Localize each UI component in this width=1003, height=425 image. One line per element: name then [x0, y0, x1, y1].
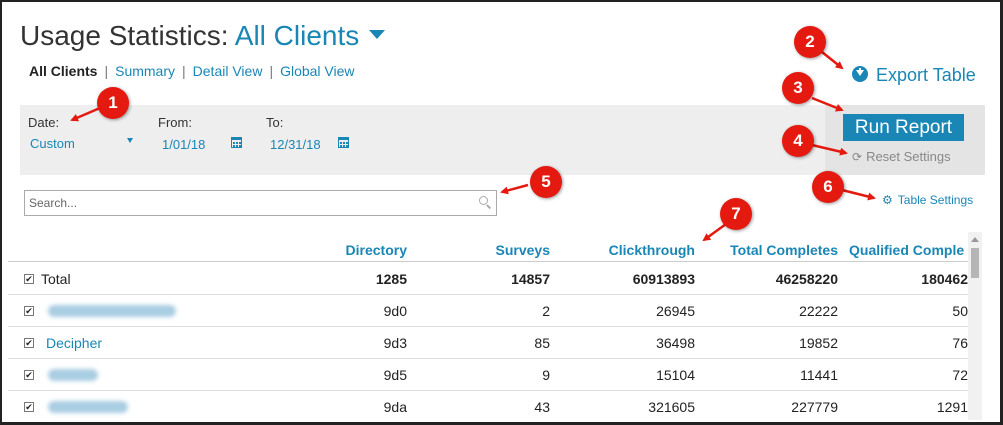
to-label: To: [266, 115, 284, 130]
callout-badge-1: 1 [97, 87, 129, 119]
chevron-down-icon[interactable] [127, 138, 133, 143]
from-label: From: [158, 115, 192, 130]
row-checkbox[interactable]: ✔ [24, 306, 34, 316]
table-settings-link[interactable]: ⚙ Table Settings [882, 193, 973, 207]
nav-separator: | [269, 63, 274, 79]
table-row: ✔ 9da 43 321605 227779 1291 [8, 391, 968, 422]
client-link[interactable]: Decipher [46, 335, 102, 351]
cell-clickthrough: 36498 [656, 335, 695, 351]
cell-surveys: 43 [534, 399, 550, 415]
column-header-total-completes[interactable]: Total Completes [730, 242, 838, 258]
cell-surveys: 14857 [511, 271, 550, 287]
column-header-directory[interactable]: Directory [346, 242, 407, 258]
table-row: ✔ Decipher 9d3 85 36498 19852 76 [8, 327, 968, 359]
cell-qualified-completes: 76 [952, 335, 968, 351]
callout-badge-3: 3 [782, 72, 814, 104]
usage-table: Directory Surveys Clickthrough Total Com… [8, 232, 968, 422]
cell-total-completes: 22222 [799, 303, 838, 319]
from-date-input[interactable]: 1/01/18 [162, 137, 205, 152]
gear-icon: ⚙ [882, 193, 893, 207]
table-row: ✔ 9d0 2 26945 22222 50 [8, 295, 968, 327]
caret-down-icon [369, 30, 386, 40]
reset-settings-link[interactable]: ⟳ Reset Settings [852, 149, 951, 164]
callout-badge-7: 7 [720, 198, 752, 230]
redacted-client-name[interactable] [48, 369, 98, 381]
page-title-text: Usage Statistics: [20, 20, 229, 51]
search-input[interactable] [25, 191, 465, 215]
cell-surveys: 9 [542, 367, 550, 383]
table-scrollbar[interactable] [968, 232, 982, 420]
row-checkbox[interactable]: ✔ [24, 274, 34, 284]
cell-directory: 1285 [375, 271, 407, 287]
row-checkbox[interactable]: ✔ [24, 338, 34, 348]
nav-summary[interactable]: Summary [115, 63, 175, 79]
redacted-client-name[interactable] [48, 305, 176, 317]
table-row: ✔ 9d5 9 15104 11441 72 [8, 359, 968, 391]
nav-all-clients[interactable]: All Clients [29, 63, 97, 79]
scrollbar-thumb[interactable] [971, 248, 979, 278]
date-select[interactable]: Custom [30, 136, 75, 151]
cell-total-completes: 46258220 [775, 271, 838, 287]
column-header-clickthrough[interactable]: Clickthrough [609, 242, 695, 258]
cell-directory: 9d5 [383, 367, 407, 383]
page-title: Usage Statistics: All Clients [20, 20, 386, 52]
run-report-button[interactable]: Run Report [843, 114, 964, 141]
nav-detail-view[interactable]: Detail View [193, 63, 263, 79]
row-checkbox[interactable]: ✔ [24, 370, 34, 380]
nav-global-view[interactable]: Global View [280, 63, 354, 79]
cell-clickthrough: 26945 [656, 303, 695, 319]
calendar-icon[interactable] [231, 137, 242, 148]
callout-badge-4: 4 [782, 125, 814, 157]
export-table-label: Export Table [876, 65, 976, 85]
reset-settings-label: Reset Settings [866, 149, 951, 164]
nav-separator: | [182, 63, 186, 79]
cell-directory: 9d0 [383, 303, 407, 319]
callout-badge-5: 5 [530, 166, 562, 198]
client-selector-label: All Clients [234, 20, 360, 51]
cell-qualified-completes: 72 [952, 367, 968, 383]
search-icon[interactable] [479, 196, 488, 205]
cell-total-completes: 227779 [791, 399, 838, 415]
cell-qualified-completes: 180462 [921, 271, 968, 287]
callout-arrow-2 [821, 51, 844, 70]
redacted-client-name[interactable] [48, 401, 128, 413]
view-nav: All Clients | Summary | Detail View | Global V… [29, 63, 355, 79]
cell-total-completes: 19852 [799, 335, 838, 351]
scroll-up-icon[interactable] [971, 237, 979, 242]
cell-directory: 9da [383, 399, 407, 415]
client-selector[interactable]: All Clients [234, 20, 386, 51]
date-label: Date: [28, 115, 60, 130]
cell-qualified-completes: 1291 [936, 399, 968, 415]
export-table-link[interactable]: Export Table [852, 65, 976, 86]
to-date-input[interactable]: 12/31/18 [270, 137, 321, 152]
callout-badge-6: 6 [812, 171, 844, 203]
download-icon [852, 66, 868, 82]
cell-clickthrough: 15104 [656, 367, 695, 383]
callout-arrow-6 [841, 188, 876, 201]
table-settings-label: Table Settings [897, 193, 974, 207]
table-row-total: ✔ Total 1285 14857 60913893 46258220 180… [8, 263, 968, 295]
row-name: Total [41, 271, 71, 287]
refresh-icon: ⟳ [852, 150, 863, 164]
column-header-surveys[interactable]: Surveys [496, 242, 550, 258]
row-checkbox[interactable]: ✔ [24, 402, 34, 412]
cell-surveys: 2 [542, 303, 550, 319]
cell-surveys: 85 [534, 335, 550, 351]
nav-separator: | [104, 63, 109, 79]
callout-badge-2: 2 [794, 26, 826, 58]
cell-qualified-completes: 50 [952, 303, 968, 319]
cell-directory: 9d3 [383, 335, 407, 351]
table-header: Directory Surveys Clickthrough Total Com… [8, 232, 968, 262]
column-header-qualified-completes[interactable]: Qualified Comple [849, 242, 964, 258]
cell-clickthrough: 321605 [648, 399, 695, 415]
search-box [24, 190, 497, 216]
cell-clickthrough: 60913893 [632, 271, 695, 287]
callout-arrow-5 [500, 183, 529, 195]
cell-total-completes: 11441 [800, 367, 838, 383]
calendar-icon[interactable] [338, 137, 349, 148]
